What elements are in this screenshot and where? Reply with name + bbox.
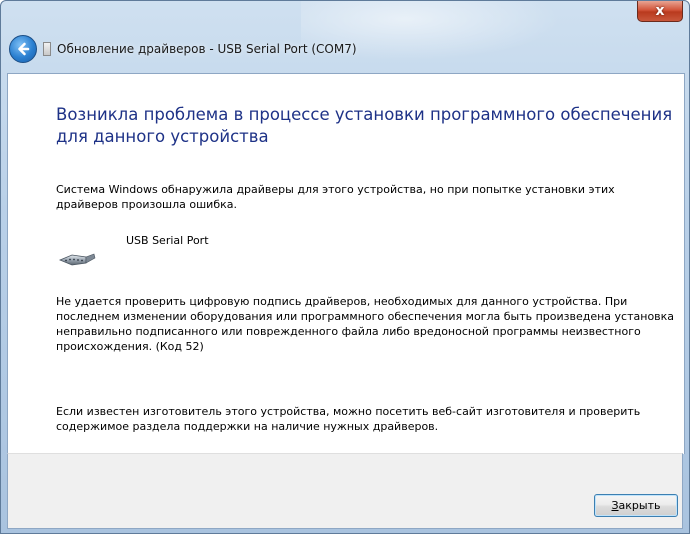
driver-update-window: x Обновление драйверов - USB Serial Port… <box>0 0 690 534</box>
manufacturer-hint: Если известен изготовитель этого устройс… <box>56 405 641 433</box>
close-button-label: акрыть <box>618 499 661 512</box>
device-manager-icon <box>43 42 51 56</box>
intro-text: Система Windows обнаружила драйверы для … <box>56 183 615 211</box>
window-close-button[interactable]: x <box>637 1 683 22</box>
back-arrow-icon <box>18 42 30 56</box>
content-panel: Возникла проблема в процессе установки п… <box>7 73 685 454</box>
wizard-title: Обновление драйверов - USB Serial Port (… <box>43 39 357 59</box>
error-description: Не удается проверить цифровую подпись др… <box>56 295 675 353</box>
close-button-accelerator: З <box>611 499 619 512</box>
serial-cable-icon <box>58 253 96 266</box>
close-dialog-button[interactable]: Закрыть <box>594 494 678 517</box>
error-heading: Возникла проблема в процессе установки п… <box>56 105 673 146</box>
close-icon: x <box>655 3 665 19</box>
device-name: USB Serial Port <box>126 234 209 247</box>
back-button[interactable] <box>9 35 37 63</box>
button-bar: Закрыть <box>7 453 683 529</box>
window-title: Обновление драйверов - USB Serial Port (… <box>57 42 357 56</box>
